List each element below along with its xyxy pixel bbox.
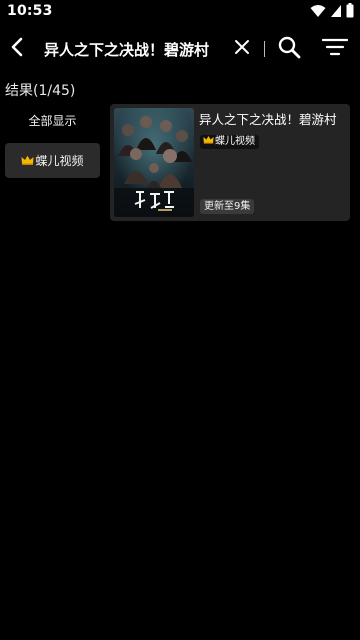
clear-search-button[interactable] bbox=[231, 38, 253, 60]
crown-icon bbox=[21, 154, 34, 168]
search-query-text[interactable]: 异人之下之决战！碧游村 bbox=[44, 39, 209, 60]
source-filter-dieer[interactable]: 蝶儿视频 bbox=[5, 143, 100, 178]
cellular-signal-icon bbox=[330, 3, 342, 22]
toolbar-divider bbox=[264, 41, 265, 57]
search-results-screen: 10:53 异人之下之决战！碧游村 结果(1/45) 全部显示 蝶儿视频 异人之… bbox=[0, 0, 360, 640]
crown-icon bbox=[203, 135, 214, 149]
search-button[interactable] bbox=[276, 36, 302, 62]
status-bar: 10:53 bbox=[0, 0, 360, 24]
filter-button[interactable] bbox=[321, 37, 349, 61]
source-filter-all[interactable]: 全部显示 bbox=[5, 103, 100, 138]
result-card[interactable]: 异人之下之决战！碧游村 蝶儿视频 更新至9集 bbox=[110, 104, 350, 221]
close-icon bbox=[234, 39, 250, 59]
episode-update-badge: 更新至9集 bbox=[200, 199, 255, 214]
status-time: 10:53 bbox=[7, 3, 53, 19]
poster-image bbox=[114, 108, 194, 217]
wifi-icon bbox=[310, 3, 326, 22]
search-icon bbox=[277, 35, 301, 63]
search-toolbar: 异人之下之决战！碧游村 bbox=[0, 24, 360, 74]
source-label: 全部显示 bbox=[28, 114, 77, 128]
result-title: 异人之下之决战！碧游村 bbox=[199, 112, 337, 127]
back-button[interactable] bbox=[4, 37, 30, 61]
source-badge: 蝶儿视频 bbox=[200, 135, 259, 149]
source-badge-label: 蝶儿视频 bbox=[215, 136, 255, 147]
filter-icon bbox=[321, 37, 349, 61]
status-icons bbox=[310, 2, 354, 22]
battery-icon bbox=[346, 2, 354, 22]
result-count: 结果(1/45) bbox=[5, 83, 76, 99]
source-label: 蝶儿视频 bbox=[35, 154, 84, 168]
back-arrow-icon bbox=[10, 37, 24, 61]
